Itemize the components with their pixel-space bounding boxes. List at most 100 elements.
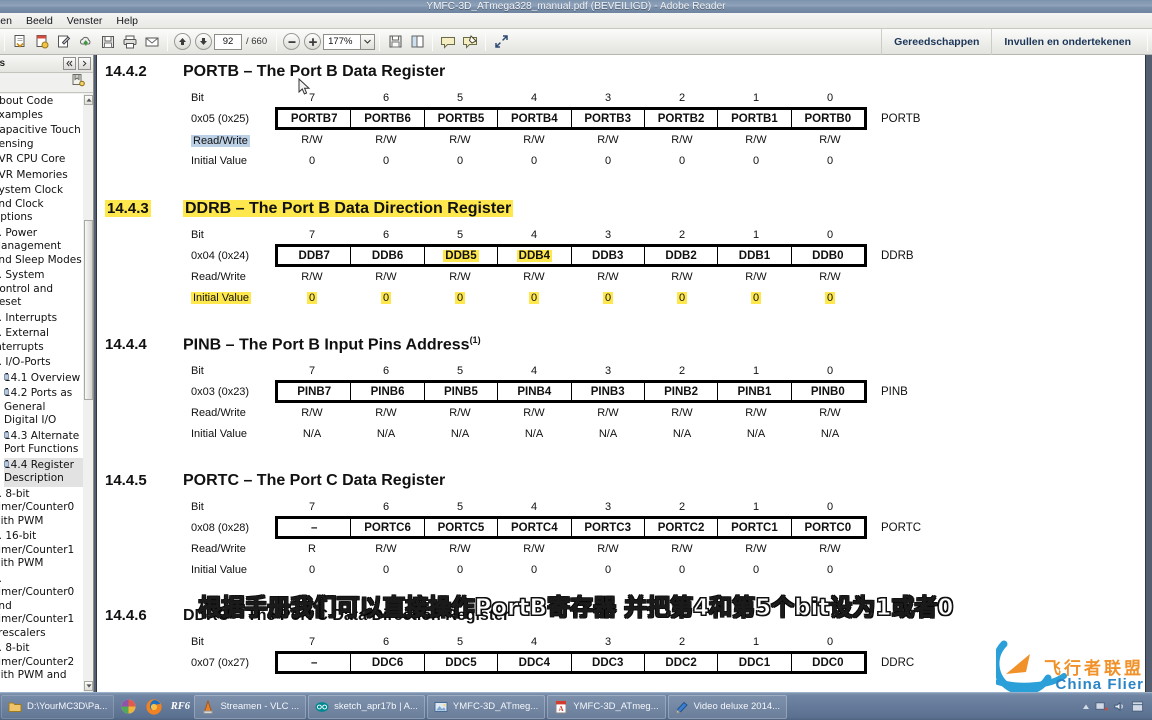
bookmark-expand-icon[interactable]: [4, 389, 9, 395]
toolbar-separator: [379, 32, 381, 51]
menu-venster[interactable]: Venster: [60, 14, 110, 28]
taskbar-acrobat[interactable]: A YMFC-3D_ATmeg...: [547, 694, 666, 719]
register-values: 7 6 5 4 3 2 1 0: [275, 229, 867, 241]
bookmark-expand-icon[interactable]: [4, 431, 9, 438]
zoom-in-button[interactable]: [304, 33, 322, 50]
bookmark-item[interactable]: 8. 8-bit Timer/Counter2 with PWM and: [0, 641, 84, 684]
initial-value-cell: 0: [752, 154, 760, 167]
taskbar-explorer[interactable]: D:\YourMC3D\Pa...: [1, 694, 115, 719]
bookmark-item[interactable]: AVR CPU Core: [0, 152, 84, 168]
menu-beeld[interactable]: Beeld: [19, 14, 60, 28]
register-cell: 6: [382, 91, 390, 104]
bookmark-item[interactable]: About Code Examples: [0, 94, 84, 123]
initial-value-cell: 0: [456, 154, 464, 167]
panel-expand-button[interactable]: [78, 57, 91, 70]
bookmark-item[interactable]: 4. I/O-Ports: [0, 355, 84, 371]
highlight-mark: DDRB – The Port B Data Direction Registe…: [183, 200, 514, 217]
read-write-label: Read/Write: [191, 542, 246, 555]
zoom-control[interactable]: 177%: [323, 33, 376, 50]
register-table: Bit 7 6 5 4 3 2 1 0 0x05 (0x25) PORTB7 PORTB6 PORTB5…: [183, 87, 973, 171]
read-write-row: Read/Write R R/W R/W R/W R/W R/W R/W R/W: [183, 538, 973, 559]
create-pdf-icon[interactable]: [32, 32, 52, 52]
action-center-icon[interactable]: [1131, 700, 1144, 713]
register-name-label: DDRC: [881, 656, 915, 669]
taskbar-arduino[interactable]: sketch_apr17b | A...: [308, 694, 425, 719]
edit-pdf-icon[interactable]: [54, 32, 74, 52]
register-values: R/W R/W R/W R/W R/W R/W R/W R/W: [275, 134, 867, 146]
taskbar-quick-firefox[interactable]: [141, 695, 167, 719]
toolbar-separator: [4, 32, 5, 51]
fullscreen-icon[interactable]: [491, 32, 511, 52]
bookmark-expand-icon[interactable]: [4, 460, 9, 467]
read-write-cell: R/W: [597, 542, 619, 555]
register-cell: 3: [604, 364, 612, 377]
bookmark-item[interactable]: 14.2 Ports as General Digital I/O: [4, 386, 84, 429]
bookmark-item[interactable]: AVR Memories: [0, 168, 84, 184]
bookmark-item[interactable]: 3. External Interrupts: [0, 326, 84, 355]
save-as-icon[interactable]: [10, 32, 30, 52]
bit-label: Bit: [191, 500, 204, 513]
bookmark-item[interactable]: System Clock and Clock Options: [0, 183, 84, 226]
row-label-wrap: Bit: [183, 501, 275, 513]
register-table: Bit 7 6 5 4 3 2 1 0 0x08 (0x28) – PORTC6 PORTC5 PORTC…: [183, 496, 973, 580]
row-label-wrap: Read/Write: [183, 407, 275, 419]
bookmark-item[interactable]: 0. Power Management and Sleep Modes: [0, 226, 84, 269]
read-write-cell: R/W: [745, 542, 767, 555]
fill-and-sign-button[interactable]: Invullen en ondertekenen: [991, 28, 1143, 55]
bookmark-options-icon[interactable]: [71, 73, 85, 92]
save-icon[interactable]: [98, 32, 118, 52]
register-bit-box: DDB7 DDB6 DDB5 DDB4 DDB3 DDB2 DDB1 DDB0: [275, 244, 867, 267]
bookmark-item[interactable]: 5. 8-bit Timer/Counter0 with PWM: [0, 487, 84, 530]
register-address: 0x03 (0x23): [191, 385, 250, 398]
bit-name-cell: PORTB0: [804, 112, 852, 125]
chevron-down-icon[interactable]: [361, 33, 376, 50]
taskbar-image[interactable]: YMFC-3D_ATmeg...: [426, 694, 546, 719]
initial-value-row: Initial Value 0 0 0 0 0 0 0 0: [183, 559, 973, 580]
panel-collapse-button[interactable]: [63, 57, 76, 70]
bookmark-item[interactable]: 14.4 Register Description: [4, 457, 84, 487]
highlight-text-icon[interactable]: [460, 32, 480, 52]
bookmark-item[interactable]: 14.3 Alternate Port Functions: [4, 429, 84, 458]
single-page-view-icon[interactable]: [385, 32, 405, 52]
next-page-button[interactable]: [195, 33, 212, 50]
show-hidden-icons-icon[interactable]: [1082, 703, 1090, 711]
initial-value-cell: 0: [793, 291, 867, 304]
taskbar-quick-rf6[interactable]: RF6: [167, 695, 193, 719]
zoom-level-input[interactable]: 177%: [323, 33, 362, 50]
scroll-up-arrow-icon[interactable]: [84, 95, 93, 105]
bookmark-item[interactable]: 2. Interrupts: [0, 311, 84, 327]
initial-value-cell: N/A: [302, 427, 322, 440]
read-write-label: Read/Write: [191, 270, 246, 283]
menu-help[interactable]: Help: [109, 14, 145, 28]
bookmark-item[interactable]: 14.1 Overview: [4, 371, 84, 387]
taskbar-quick-photos[interactable]: [115, 695, 141, 719]
comment-icon[interactable]: [438, 32, 458, 52]
menu-bewerken[interactable]: ken: [0, 14, 19, 28]
page-display-icon[interactable]: [407, 32, 427, 52]
register-cell: 7: [308, 228, 316, 241]
print-icon[interactable]: [120, 32, 140, 52]
taskbar-vlc[interactable]: Streamen - VLC ...: [194, 694, 307, 719]
previous-page-button[interactable]: [174, 33, 191, 50]
pdf-icon: A: [555, 700, 567, 713]
row-label-wrap: Initial Value: [183, 564, 275, 576]
scroll-down-arrow-icon[interactable]: [84, 681, 93, 691]
initial-value-cell: 0: [530, 154, 538, 167]
bit-name-row: 0x07 (0x27) – DDC6 DDC5 DDC4 DDC3 DDC2 DDC1 DDC0…: [183, 651, 973, 674]
register-name-label: PINB: [881, 385, 908, 398]
page-number-input[interactable]: 92: [214, 33, 242, 50]
bookmark-item[interactable]: 1. System Control and Reset: [0, 268, 84, 311]
network-icon[interactable]: [1095, 700, 1108, 713]
zoom-out-button[interactable]: [283, 33, 301, 50]
row-label-wrap: Bit: [183, 92, 275, 104]
upload-cloud-icon[interactable]: [76, 32, 96, 52]
scrollbar-thumb[interactable]: [84, 220, 93, 400]
bookmark-expand-icon[interactable]: [4, 373, 9, 380]
taskbar-label: D:\YourMC3D\Pa...: [27, 701, 108, 712]
bookmark-item[interactable]: 6. 16-bit Timer/Counter1 with PWM: [0, 529, 84, 572]
volume-icon[interactable]: [1113, 700, 1126, 713]
tools-button[interactable]: Gereedschappen: [881, 28, 991, 55]
taskbar-video-deluxe[interactable]: Video deluxe 2014...: [667, 694, 788, 719]
bookmark-item[interactable]: Capacitive Touch Sensing: [0, 123, 84, 152]
email-icon[interactable]: [142, 32, 162, 52]
